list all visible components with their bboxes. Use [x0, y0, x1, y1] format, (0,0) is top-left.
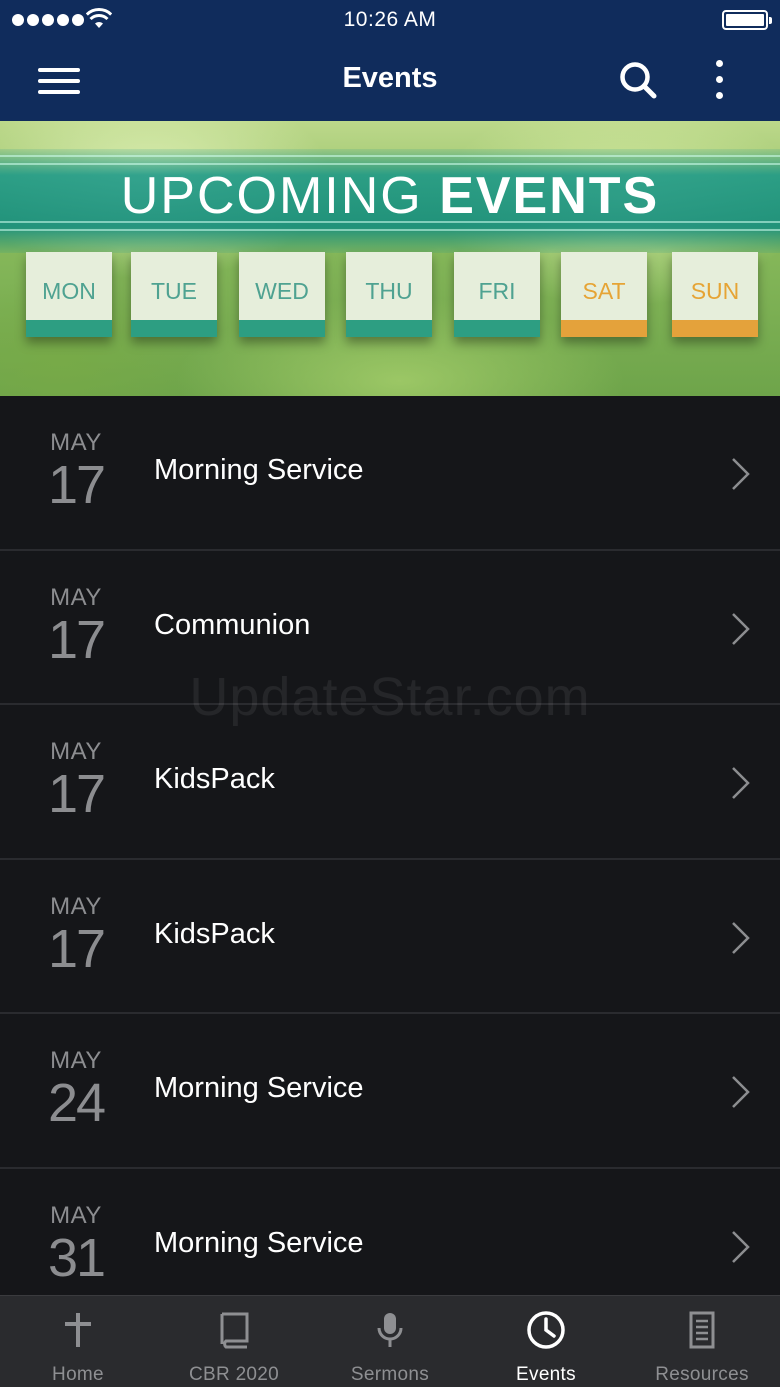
- day-card-thu: THU: [346, 252, 432, 337]
- events-list: MAY 17 Morning Service MAY 17 Communion …: [0, 396, 780, 1295]
- tab-events[interactable]: Events: [468, 1296, 624, 1387]
- battery-icon: [722, 10, 772, 30]
- microphone-icon: [377, 1313, 403, 1347]
- chevron-right-icon: [732, 1230, 750, 1263]
- event-month: MAY: [50, 1201, 102, 1229]
- status-bar: 10:26 AM: [0, 0, 780, 40]
- event-month: MAY: [50, 738, 102, 765]
- day-label: THU: [365, 278, 413, 304]
- event-row[interactable]: MAY 17 KidsPack: [0, 705, 780, 860]
- tab-label: CBR 2020: [188, 1364, 280, 1385]
- book-icon: [220, 1312, 249, 1349]
- tab-label: Resources: [655, 1364, 749, 1385]
- cross-icon: [65, 1313, 91, 1347]
- chevron-right-icon: [732, 612, 750, 645]
- banner-title-part1: UPCOMING: [120, 167, 423, 225]
- search-icon[interactable]: [616, 58, 660, 102]
- day-label: MON: [42, 278, 96, 304]
- banner-line: [0, 163, 780, 165]
- event-row[interactable]: MAY 17 KidsPack: [0, 860, 780, 1014]
- day-label: SAT: [582, 278, 626, 304]
- tab-sermons[interactable]: Sermons: [312, 1296, 468, 1387]
- tab-label: Events: [516, 1364, 576, 1385]
- day-card-wed: WED: [239, 252, 325, 337]
- day-label: WED: [255, 278, 309, 304]
- event-day: 17: [47, 918, 106, 979]
- chevron-right-icon: [732, 458, 750, 490]
- day-card-fri: FRI: [454, 252, 540, 337]
- tab-label: Sermons: [350, 1364, 430, 1385]
- event-month: MAY: [50, 1047, 102, 1074]
- event-row[interactable]: MAY 31 Morning Service: [0, 1169, 780, 1296]
- tab-label: Home: [52, 1364, 104, 1385]
- event-day: 17: [47, 455, 106, 515]
- event-month: MAY: [50, 583, 102, 611]
- upcoming-events-banner: UPCOMING EVENTS MON TUE WED THU FRI SAT …: [0, 121, 780, 396]
- bottom-tab-bar: Home CBR 2020 Sermons Events Resources: [0, 1295, 780, 1387]
- document-icon: [689, 1311, 715, 1349]
- event-month: MAY: [50, 429, 102, 456]
- chevron-right-icon: [732, 921, 750, 954]
- banner-title: UPCOMING EVENTS: [0, 166, 780, 226]
- banner-title-part2: EVENTS: [439, 167, 660, 225]
- chevron-right-icon: [732, 1076, 750, 1108]
- tab-home[interactable]: Home: [0, 1296, 156, 1387]
- event-month: MAY: [50, 892, 102, 920]
- day-card-sat: SAT: [561, 252, 647, 337]
- event-title: KidsPack: [154, 763, 275, 795]
- top-bar: 10:26 AM Events: [0, 0, 780, 121]
- event-day: 17: [47, 764, 106, 824]
- event-title: KidsPack: [154, 917, 275, 950]
- tab-cbr-2020[interactable]: CBR 2020: [156, 1296, 312, 1387]
- day-label: SUN: [690, 278, 740, 304]
- event-day: 31: [47, 1227, 106, 1288]
- page-title: Events: [342, 62, 438, 94]
- event-day: 24: [47, 1073, 106, 1133]
- banner-line: [0, 229, 780, 231]
- day-label: FRI: [478, 278, 516, 304]
- day-card-sun: SUN: [672, 252, 758, 337]
- status-time: 10:26 AM: [343, 8, 437, 31]
- clock-icon: [527, 1311, 565, 1349]
- event-title: Communion: [154, 608, 311, 641]
- event-title: Morning Service: [154, 1072, 364, 1104]
- chevron-right-icon: [732, 767, 750, 799]
- event-title: Morning Service: [154, 1226, 364, 1259]
- event-title: Morning Service: [154, 454, 364, 486]
- banner-line: [0, 155, 780, 157]
- tab-resources[interactable]: Resources: [624, 1296, 780, 1387]
- day-label: TUE: [151, 278, 197, 304]
- more-options-icon[interactable]: [705, 58, 735, 102]
- event-row[interactable]: MAY 24 Morning Service: [0, 1014, 780, 1169]
- day-card-tue: TUE: [131, 252, 217, 337]
- day-card-mon: MON: [26, 252, 112, 337]
- event-day: 17: [47, 609, 106, 670]
- event-row[interactable]: MAY 17 Communion: [0, 551, 780, 705]
- event-row[interactable]: MAY 17 Morning Service: [0, 396, 780, 551]
- navigation-bar: Events: [0, 40, 780, 121]
